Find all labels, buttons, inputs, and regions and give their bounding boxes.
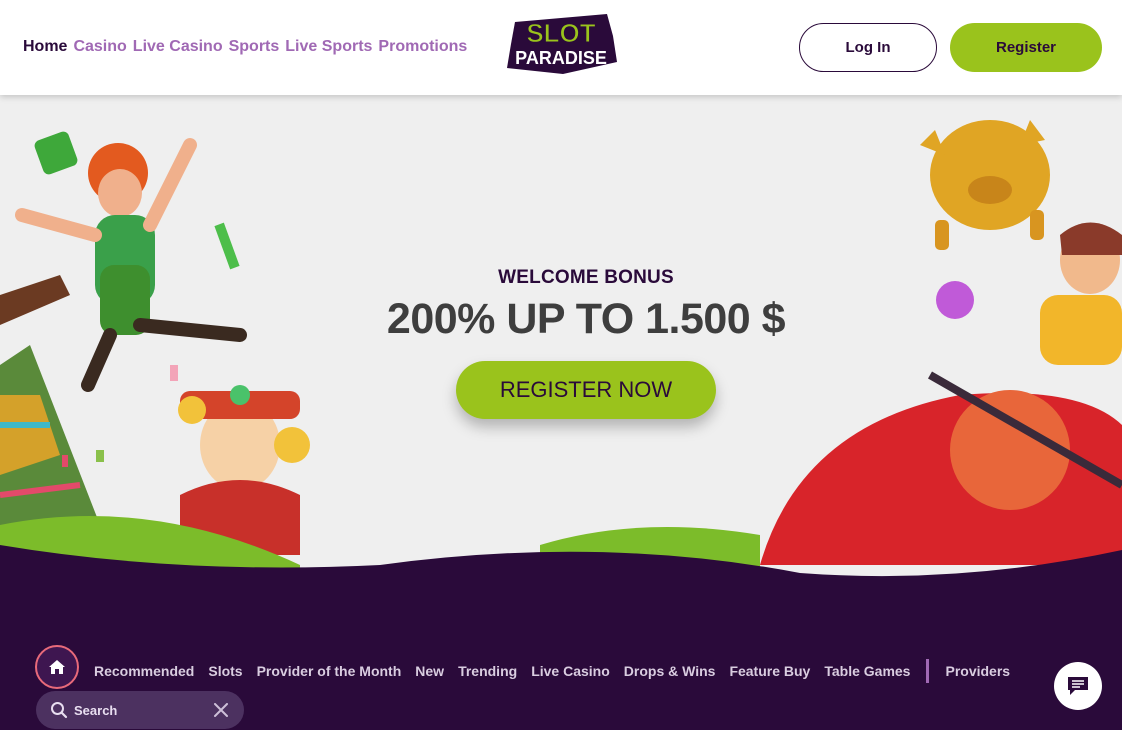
- gold-pig-illustration: [920, 120, 1050, 250]
- tab-providers[interactable]: Providers: [945, 663, 1010, 679]
- confetti: [170, 365, 178, 381]
- leprechaun-illustration: [15, 131, 247, 392]
- chat-button[interactable]: [1054, 662, 1102, 710]
- register-button[interactable]: Register: [950, 23, 1102, 72]
- nav-casino[interactable]: Casino: [73, 38, 126, 56]
- register-now-button[interactable]: REGISTER NOW: [456, 361, 716, 419]
- nav-sports[interactable]: Sports: [229, 38, 280, 56]
- tab-feature-buy[interactable]: Feature Buy: [729, 663, 810, 679]
- hero-banner: WELCOME BONUS 200% UP TO 1.500 $ REGISTE…: [0, 95, 1122, 615]
- tab-recommended[interactable]: Recommended: [94, 663, 194, 679]
- home-category-button[interactable]: [35, 645, 79, 689]
- bonus-title: WELCOME BONUS: [498, 267, 674, 288]
- bonus-amount: 200% UP TO 1.500 $: [386, 295, 786, 343]
- tab-table-games[interactable]: Table Games: [824, 663, 910, 679]
- tab-drops-wins[interactable]: Drops & Wins: [624, 663, 716, 679]
- category-bar: Recommended Slots Provider of the Month …: [0, 560, 1122, 730]
- tab-provider-of-the-month[interactable]: Provider of the Month: [257, 663, 402, 679]
- logo-bottom-text: PARADISE: [515, 48, 607, 68]
- tab-new[interactable]: New: [415, 663, 444, 679]
- tab-live-casino[interactable]: Live Casino: [531, 663, 610, 679]
- logo-top-text: SLOT: [526, 18, 595, 48]
- close-icon: [214, 703, 228, 717]
- category-tabs: Recommended Slots Provider of the Month …: [94, 659, 1024, 683]
- confetti: [96, 450, 104, 462]
- search-clear-button[interactable]: [206, 695, 236, 725]
- nav-live-casino[interactable]: Live Casino: [133, 38, 223, 56]
- confetti: [214, 222, 240, 270]
- nav-promotions[interactable]: Promotions: [378, 38, 467, 56]
- tab-trending[interactable]: Trending: [458, 663, 517, 679]
- chat-icon: [1068, 677, 1088, 695]
- login-button[interactable]: Log In: [799, 23, 937, 72]
- confetti: [62, 455, 68, 467]
- search-icon: [51, 702, 68, 719]
- home-icon: [49, 660, 65, 674]
- nav-home[interactable]: Home: [23, 38, 67, 56]
- tab-divider: [926, 659, 930, 683]
- site-logo[interactable]: SLOT PARADISE: [503, 10, 619, 76]
- tab-slots[interactable]: Slots: [208, 663, 242, 679]
- main-nav: Home Casino Live Casino Sports Live Spor…: [23, 38, 467, 56]
- site-header: Home Casino Live Casino Sports Live Spor…: [0, 0, 1122, 95]
- search-field[interactable]: Search: [36, 691, 244, 729]
- nav-live-sports[interactable]: Live Sports: [285, 38, 372, 56]
- hero-illustration: [0, 120, 1122, 615]
- search-placeholder: Search: [74, 702, 118, 718]
